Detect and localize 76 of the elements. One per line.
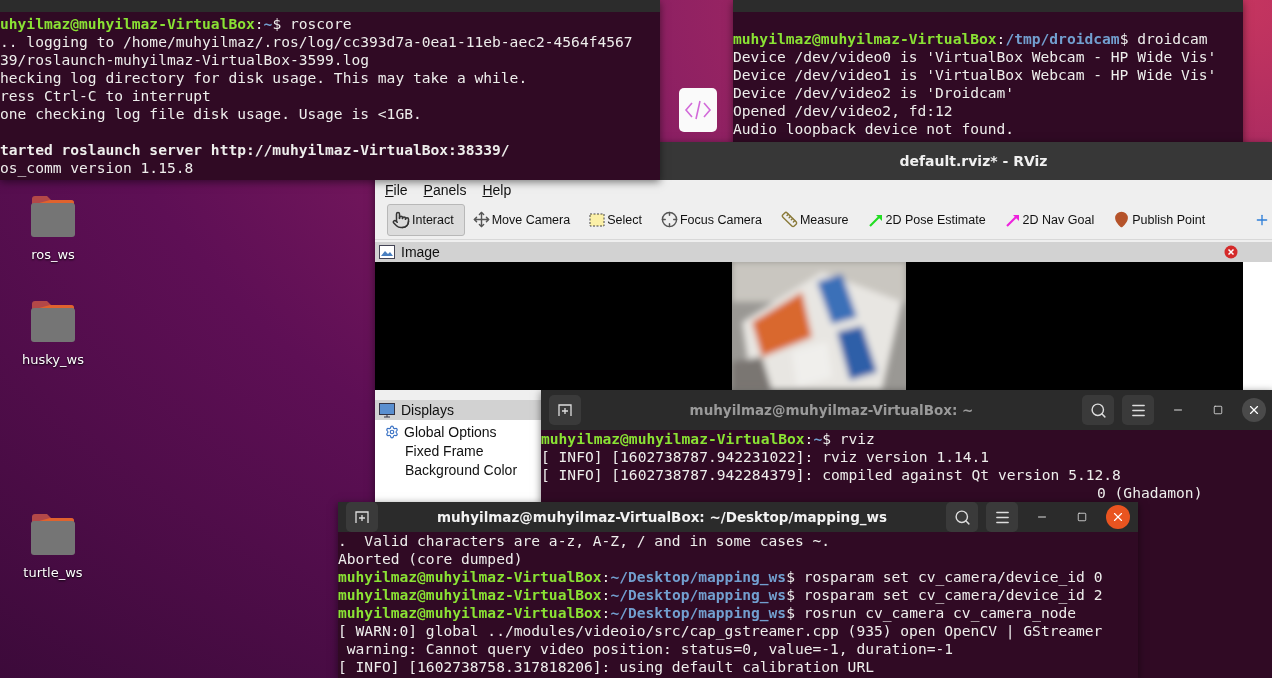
search-button[interactable]: [1082, 395, 1114, 425]
window-title: muhyilmaz@muhyilmaz-VirtualBox: ~/Desktop/mapping_ws: [435, 509, 889, 525]
new-tab-button[interactable]: [549, 395, 581, 425]
maximize-icon: [1077, 512, 1087, 522]
monitor-icon: [379, 402, 395, 418]
terminal-line: 39/roslaunch-muhyilmaz-VirtualBox-3599.log: [0, 51, 370, 69]
ruler-icon: [780, 211, 798, 228]
code-file-icon: [679, 88, 717, 132]
terminal-line: ress Ctrl-C to interrupt: [0, 87, 211, 105]
terminal-line: [ INFO] [1602738787.942284379]: compiled against Qt version 5.12.8: [541, 466, 1121, 484]
prompt-line: muhyilmaz@muhyilmaz-VirtualBox:/tmp/droidcam$ droidcam: [733, 30, 1208, 48]
image-icon: [379, 245, 395, 259]
search-button[interactable]: [946, 502, 978, 532]
menu-item[interactable]: Panels: [415, 182, 475, 198]
new-tab-icon: [354, 509, 370, 525]
new-tab-button[interactable]: [346, 502, 378, 532]
close-icon: [1247, 403, 1261, 417]
folder-icon: [30, 513, 76, 555]
prompt-line: muhyilmaz@muhyilmaz-VirtualBox:~/Desktop/mapping_ws$ rosparam set cv_camera/device_id 2: [338, 586, 1103, 604]
tool-button[interactable]: Publish Point: [1108, 203, 1217, 236]
terminal-line: [ WARN:0] global ../modules/videoio/src/cap_gstreamer.cpp (935) open OpenCV | GStreamer: [338, 622, 1103, 640]
folder-label[interactable]: husky_ws: [22, 352, 84, 367]
panel-title: Image: [401, 244, 441, 260]
tool-button[interactable]: Measure: [775, 203, 860, 236]
close-button[interactable]: [1106, 505, 1130, 529]
terminal-line: Device /dev/video2 is 'Droidcam': [733, 84, 1015, 102]
terminal-line: . Valid characters are a-z, A-Z, / and in some cases ~.: [338, 532, 831, 550]
terminal-line: Audio loopback device not found.: [733, 120, 1015, 138]
new-tab-icon: [557, 402, 573, 418]
tool-button[interactable]: 2D Pose Estimate: [862, 203, 997, 236]
selection-rect-icon: [589, 212, 606, 227]
menu-item[interactable]: File: [377, 182, 416, 198]
terminal-line: Opened /dev/video2, fd:12: [733, 102, 953, 120]
menu-button[interactable]: [1122, 395, 1154, 425]
terminal-line: Device /dev/video0 is 'VirtualBox Webcam - HP Wide Vis': [733, 48, 1217, 66]
tree-item[interactable]: Background Color: [405, 461, 518, 478]
terminal-line: Aborted (core dumped): [338, 550, 523, 568]
search-icon: [1089, 401, 1107, 419]
search-icon: [953, 508, 971, 526]
maximize-icon: [1213, 405, 1223, 415]
tool-button[interactable]: Move Camera: [467, 203, 582, 236]
terminal-line: 0 (Ghadamon): [1096, 484, 1203, 502]
terminal-line: Device /dev/video1 is 'VirtualBox Webcam - HP Wide Vis': [733, 66, 1217, 84]
terminal-line: warning: Cannot query video position: status=0, value=-1, duration=-1: [345, 640, 954, 658]
close-icon: [1111, 510, 1125, 524]
terminal-line: os_comm version 1.15.8: [0, 159, 194, 177]
menu-item[interactable]: Help: [474, 182, 520, 198]
prompt-line: muhyilmaz@muhyilmaz-VirtualBox:~/Desktop/mapping_ws$ rosparam set cv_camera/device_id 0: [338, 568, 1103, 586]
panel-title: Displays: [401, 402, 455, 418]
tool-button[interactable]: Select: [584, 203, 653, 236]
folder-icon: [30, 300, 76, 342]
terminal-line: [ INFO] [1602738758.317818206]: using default calibration URL: [338, 658, 874, 676]
prompt-line: uhyilmaz@muhyilmaz-VirtualBox:~$ roscore: [0, 15, 352, 33]
folder-icon: [30, 195, 76, 237]
close-button[interactable]: [1242, 398, 1266, 422]
crosshair-icon: [660, 211, 678, 228]
folder-label[interactable]: ros_ws: [31, 247, 75, 262]
tool-button[interactable]: 2D Nav Goal: [999, 203, 1106, 236]
prompt-line: muhyilmaz@muhyilmaz-VirtualBox:~/Desktop/mapping_ws$ rosrun cv_camera cv_camera_node: [338, 604, 1077, 622]
tool-button[interactable]: Interact: [387, 203, 465, 236]
terminal-line: .. logging to /home/muhyilmaz/.ros/log/cc393d7a-0ea1-11eb-aec2-4564f4567: [0, 33, 633, 51]
map-pin-icon: [1113, 211, 1131, 228]
window-title: muhyilmaz@muhyilmaz-VirtualBox: ~: [688, 402, 975, 418]
prompt-line: muhyilmaz@muhyilmaz-VirtualBox:~$ rviz: [541, 430, 875, 448]
gear-icon: [385, 424, 399, 439]
terminal-line: hecking log directory for disk usage. This may take a while.: [0, 69, 528, 87]
tool-button[interactable]: Focus Camera: [655, 203, 773, 236]
terminal-line: one checking log file disk usage. Usage is <1GB.: [0, 105, 422, 123]
close-icon[interactable]: [1224, 245, 1238, 259]
tree-item[interactable]: Fixed Frame: [405, 442, 484, 459]
folder-label[interactable]: turtle_ws: [23, 565, 83, 580]
terminal-line: [ INFO] [1602738787.942231022]: rviz version 1.14.1: [541, 448, 990, 466]
move-arrows-icon: [472, 211, 490, 228]
menu-button[interactable]: [986, 502, 1018, 532]
tree-item[interactable]: Global Options: [404, 423, 497, 440]
hand-pointer-icon: [392, 210, 410, 229]
